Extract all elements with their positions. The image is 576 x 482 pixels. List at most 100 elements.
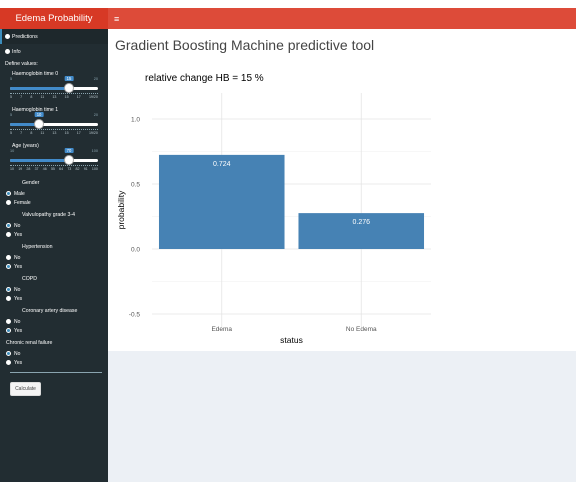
radio-unselected-icon[interactable] bbox=[6, 360, 11, 365]
slider-tick-label: 11 bbox=[40, 95, 45, 99]
sidebar-item-info[interactable]: Info bbox=[0, 44, 108, 59]
haemoglobin-time1-slider[interactable]: 5 20 10 5 7 8 11 13 15 17 19/20 bbox=[10, 112, 98, 139]
slider-tick-label: 55 bbox=[50, 167, 55, 171]
radio-option[interactable]: Male bbox=[6, 189, 108, 198]
radio-option[interactable]: Yes bbox=[6, 326, 108, 335]
info-icon bbox=[5, 49, 10, 54]
radio-option[interactable]: Yes bbox=[6, 230, 108, 239]
slider-value: 15 bbox=[64, 76, 74, 81]
slider-grid bbox=[10, 127, 98, 130]
slider-tick-label: 82 bbox=[75, 167, 80, 171]
radio-option-label: Yes bbox=[14, 359, 23, 366]
sidebar-toggle-icon[interactable]: ≡ bbox=[114, 14, 119, 24]
top-bar: Edema Probability ≡ bbox=[0, 8, 576, 29]
slider-tick-label: 46 bbox=[42, 167, 47, 171]
radio-option[interactable]: No bbox=[6, 221, 108, 230]
y-tick-label: 1.0 bbox=[131, 117, 140, 124]
bar-edema bbox=[158, 154, 285, 249]
slider-tick-label: 10 bbox=[10, 167, 14, 171]
slider-tick-label: 8 bbox=[30, 131, 33, 135]
radio-group: Gender Male Female bbox=[0, 180, 108, 207]
slider-hb0-group: Haemoglobin time 0 5 20 15 5 7 8 11 13 15 17 19… bbox=[0, 71, 108, 103]
radio-unselected-icon[interactable] bbox=[6, 200, 11, 205]
slider-min: 10 bbox=[10, 149, 15, 153]
radio-option-label: No bbox=[14, 254, 21, 261]
radio-option[interactable]: No bbox=[6, 285, 108, 294]
radio-group: Coronary artery disease No Yes bbox=[0, 308, 108, 335]
radio-selected-icon[interactable] bbox=[6, 328, 11, 333]
slider-tick-label: 15 bbox=[64, 131, 69, 135]
slider-tick-label: 13 bbox=[52, 95, 57, 99]
radio-selected-icon[interactable] bbox=[6, 287, 11, 292]
x-axis-label: status bbox=[280, 335, 303, 345]
x-tick-label: Edema bbox=[211, 326, 232, 333]
radio-selected-icon[interactable] bbox=[6, 223, 11, 228]
slider-tick-label: 100 bbox=[91, 167, 98, 171]
slider-tick-label: 5 bbox=[10, 95, 12, 99]
slider-tick-label: 28 bbox=[26, 167, 31, 171]
slider-tick-label: 17 bbox=[76, 95, 81, 99]
radio-option-label: No bbox=[14, 318, 21, 325]
sidebar-item-label: Info bbox=[12, 48, 21, 55]
radio-option[interactable]: Yes bbox=[6, 358, 108, 367]
slider-tick-label: 13 bbox=[52, 131, 57, 135]
radio-option-label: Yes bbox=[14, 231, 23, 238]
slider-tick-label: 7 bbox=[20, 95, 23, 99]
radio-option[interactable]: No bbox=[6, 253, 108, 262]
slider-tick-label: 91 bbox=[83, 167, 88, 171]
radio-group-label: Hypertension bbox=[22, 244, 53, 250]
radio-option-label: Yes bbox=[14, 327, 23, 334]
radio-option[interactable]: Female bbox=[6, 198, 108, 207]
radio-unselected-icon[interactable] bbox=[6, 232, 11, 237]
radio-unselected-icon[interactable] bbox=[6, 296, 11, 301]
radio-option-label: No bbox=[14, 286, 21, 293]
radio-option-label: No bbox=[14, 350, 21, 357]
slider-tick-label: 15 bbox=[64, 95, 69, 99]
slider-tick-label: 11 bbox=[40, 131, 45, 135]
radio-option-label: Yes bbox=[14, 263, 23, 270]
slider-tick-label: 5 bbox=[10, 131, 12, 135]
bar-value-label: 0.276 bbox=[352, 219, 370, 226]
radio-option[interactable]: No bbox=[6, 317, 108, 326]
radio-group-label: COPD bbox=[22, 276, 37, 282]
slider-grid bbox=[10, 91, 98, 94]
slider-tick-label: 64 bbox=[59, 167, 64, 171]
app-brand: Edema Probability bbox=[0, 8, 108, 29]
radio-option[interactable]: Yes bbox=[6, 294, 108, 303]
haemoglobin-time0-slider[interactable]: 5 20 15 5 7 8 11 13 15 17 19/20 bbox=[10, 76, 98, 103]
y-tick-label: -0.5 bbox=[129, 312, 141, 319]
slider-tick-label: 19 bbox=[18, 167, 23, 171]
y-tick-label: 0.0 bbox=[131, 247, 140, 254]
slider-tick-label: 17 bbox=[76, 131, 81, 135]
radio-option-label: Male bbox=[14, 190, 25, 197]
radio-option-label: Yes bbox=[14, 295, 23, 302]
slider-max: 100 bbox=[91, 149, 98, 153]
slider-fill bbox=[10, 159, 69, 162]
radio-unselected-icon[interactable] bbox=[6, 319, 11, 324]
radio-option[interactable]: No bbox=[6, 349, 108, 358]
radio-group-label: Coronary artery disease bbox=[22, 308, 78, 314]
radio-selected-icon[interactable] bbox=[6, 191, 11, 196]
radio-option[interactable]: Yes bbox=[6, 262, 108, 271]
radio-selected-icon[interactable] bbox=[6, 351, 11, 356]
radio-selected-icon[interactable] bbox=[6, 264, 11, 269]
slider-min: 5 bbox=[10, 113, 13, 117]
slider-tick-label: 37 bbox=[34, 167, 39, 171]
info-icon bbox=[5, 34, 10, 39]
slider-grid bbox=[10, 163, 98, 166]
radio-option-label: Female bbox=[14, 199, 31, 206]
sidebar-item-predictions[interactable]: Predictions bbox=[0, 29, 108, 44]
calculate-button[interactable]: Calculate bbox=[10, 382, 41, 396]
radio-group-label: Valvulopathy grade 3-4 bbox=[22, 212, 75, 218]
slider-fill bbox=[10, 87, 69, 90]
slider-max: 20 bbox=[93, 77, 98, 81]
sidebar: Predictions Info Define values: Haemoglo… bbox=[0, 29, 108, 482]
radio-unselected-icon[interactable] bbox=[6, 255, 11, 260]
age-slider[interactable]: 10 100 70 10 19 28 37 46 55 64 73 82 91 100 bbox=[10, 148, 98, 175]
slider-ticks: 5 7 8 11 13 15 17 19/20 bbox=[10, 131, 98, 135]
define-values-label: Define values: bbox=[5, 61, 38, 67]
radio-group: Chronic renal failure No Yes bbox=[0, 340, 108, 367]
bar-value-label: 0.724 bbox=[213, 161, 231, 168]
slider-value: 70 bbox=[64, 148, 74, 153]
sidebar-item-label: Predictions bbox=[12, 33, 38, 40]
